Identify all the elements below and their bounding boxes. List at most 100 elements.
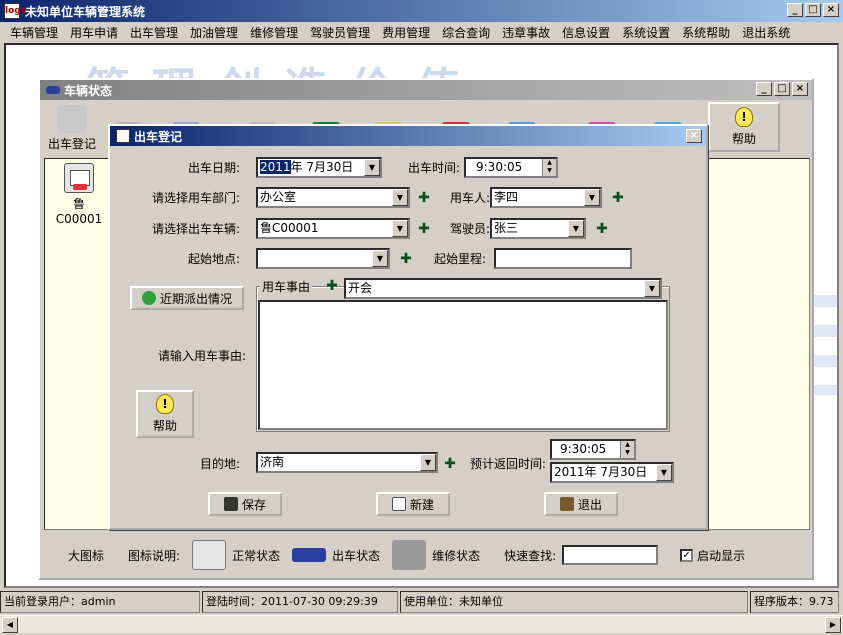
save-label: 保存 — [241, 497, 266, 512]
horizontal-scrollbar[interactable]: ◀ ▶ — [0, 615, 843, 633]
large-icons-label[interactable]: 大图标 — [68, 547, 104, 564]
scroll-left-icon[interactable]: ◀ — [2, 617, 18, 633]
new-label: 新建 — [409, 497, 434, 512]
toolbar-help-button[interactable]: ! 帮助 — [708, 102, 780, 152]
return-time-spinner[interactable]: 9:30:05 ▲ ▼ — [550, 439, 636, 460]
reason-select-value: 开会 — [348, 281, 373, 295]
start-mileage-input[interactable] — [494, 248, 632, 269]
save-button[interactable]: 保存 — [208, 492, 282, 516]
dialog-title-bar: 出车登记 × — [110, 126, 706, 146]
dialog-help-label: 帮助 — [152, 419, 177, 433]
menu-item-repair[interactable]: 维修管理 — [244, 24, 304, 41]
exit-button[interactable]: 退出 — [544, 492, 618, 516]
vs-minimize-button[interactable]: _ — [756, 82, 772, 96]
dest-select[interactable]: 济南 ▼ — [256, 452, 438, 473]
menu-item-driver[interactable]: 驾驶员管理 — [304, 24, 376, 41]
pen-paper-icon — [58, 105, 86, 133]
scroll-right-icon[interactable]: ▶ — [825, 617, 841, 633]
menu-item-fuel[interactable]: 加油管理 — [184, 24, 244, 41]
chevron-down-icon[interactable]: ▼ — [420, 454, 436, 471]
dialog-title: 出车登记 — [134, 129, 183, 144]
quick-search-label: 快速查找: — [504, 548, 557, 563]
new-button[interactable]: 新建 — [376, 492, 450, 516]
menu-item-vehicle[interactable]: 车辆管理 — [4, 24, 64, 41]
app-title: 未知单位车辆管理系统 — [25, 4, 146, 19]
chevron-down-icon[interactable]: ▼ — [568, 220, 584, 237]
vehicle-value: 鲁C00001 — [260, 221, 319, 235]
chevron-down-icon[interactable]: ▼ — [364, 159, 380, 176]
dialog-close-button[interactable]: × — [686, 129, 702, 143]
return-date-value: 2011年 7月30日 — [554, 465, 648, 479]
add-driver-icon[interactable]: ✚ — [596, 222, 608, 236]
menu-item-system[interactable]: 系统设置 — [616, 24, 676, 41]
wrench-icon — [392, 540, 427, 570]
out-date-label: 出车日期: — [187, 161, 240, 175]
exit-door-icon — [559, 497, 574, 511]
dept-select[interactable]: 办公室 ▼ — [256, 187, 410, 208]
vehicle-status-title-bar: 车辆状态 _ □ × — [40, 80, 812, 100]
menu-item-dispatch[interactable]: 出车管理 — [124, 24, 184, 41]
driver-select[interactable]: 张三 ▼ — [490, 218, 586, 239]
menu-item-help[interactable]: 系统帮助 — [676, 24, 736, 41]
auto-show-checkbox[interactable]: ✓ — [680, 548, 694, 562]
chevron-down-icon[interactable]: ▼ — [644, 280, 660, 297]
lightbulb-icon: ! — [735, 107, 753, 127]
out-date-rest: 年 7月30日 — [290, 160, 354, 174]
menu-item-request[interactable]: 用车申请 — [64, 24, 124, 41]
legend-normal: 正常状态 — [232, 548, 281, 563]
menu-item-cost[interactable]: 费用管理 — [376, 24, 436, 41]
dispatch-register-dialog: 出车登记 × 出车日期: 2011年 7月30日 ▼ 出车时间: 9:30:05… — [108, 124, 708, 530]
new-document-icon — [391, 497, 406, 511]
quick-search-input[interactable] — [562, 545, 659, 565]
menu-item-info[interactable]: 信息设置 — [556, 24, 616, 41]
recent-dispatch-label: 近期派出情况 — [159, 291, 232, 306]
lightbulb-icon: ! — [156, 394, 174, 414]
menu-item-query[interactable]: 综合查询 — [436, 24, 496, 41]
toolbar-dispatch-register[interactable]: 出车登记 — [42, 104, 102, 152]
chevron-down-icon[interactable]: ▼ — [584, 189, 600, 206]
driver-value: 张三 — [494, 221, 519, 235]
recent-dispatch-button[interactable]: 近期派出情况 — [130, 286, 244, 310]
driver-label: 驾驶员: — [449, 222, 490, 236]
user-select[interactable]: 李四 ▼ — [490, 187, 602, 208]
chevron-down-icon[interactable]: ▼ — [656, 464, 672, 481]
out-date-picker[interactable]: 2011年 7月30日 ▼ — [256, 157, 382, 178]
toolbar-dispatch-label: 出车登记 — [47, 137, 96, 151]
minimize-button[interactable]: _ — [787, 3, 803, 17]
vs-maximize-button[interactable]: □ — [774, 82, 790, 96]
add-vehicle-icon[interactable]: ✚ — [418, 222, 430, 236]
add-user-icon[interactable]: ✚ — [612, 191, 624, 205]
status-user: 当前登录用户：admin — [0, 591, 200, 613]
exit-label: 退出 — [577, 497, 602, 512]
vehicle-select[interactable]: 鲁C00001 ▼ — [256, 218, 410, 239]
menu-item-exit[interactable]: 退出系统 — [736, 24, 796, 41]
vehicle-tile[interactable]: 鲁C00001 — [53, 163, 105, 226]
vehicle-status-footer: 大图标 图标说明: 正常状态 出车状态 维修状态 快速查找: ✓ 启动显示 — [44, 535, 810, 575]
spinner-arrows-icon[interactable]: ▲ ▼ — [542, 159, 556, 176]
car-icon — [46, 86, 60, 94]
start-place-select[interactable]: ▼ — [256, 248, 390, 269]
chevron-down-icon[interactable]: ▼ — [372, 250, 388, 267]
reason-textarea[interactable] — [258, 300, 668, 430]
reason-select[interactable]: 开会 ▼ — [344, 278, 662, 299]
start-place-label: 起始地点: — [187, 252, 240, 266]
chevron-down-icon[interactable]: ▼ — [392, 220, 408, 237]
out-time-spinner[interactable]: 9:30:05 ▲ ▼ — [464, 157, 558, 178]
globe-icon — [141, 291, 156, 305]
close-button[interactable]: × — [823, 3, 839, 17]
add-reason-icon[interactable]: ✚ — [326, 279, 338, 293]
app-logo-icon: logo — [4, 3, 27, 19]
maximize-button[interactable]: □ — [805, 3, 821, 17]
add-dept-icon[interactable]: ✚ — [418, 191, 430, 205]
menu-item-violation[interactable]: 违章事故 — [496, 24, 556, 41]
legend-repair: 维修状态 — [432, 548, 481, 563]
add-dest-icon[interactable]: ✚ — [444, 457, 456, 471]
return-date-picker[interactable]: 2011年 7月30日 ▼ — [550, 462, 674, 483]
spinner-arrows-icon[interactable]: ▲ ▼ — [620, 441, 634, 458]
vs-close-button[interactable]: × — [792, 82, 808, 96]
status-login-time: 登陆时间：2011-07-30 09:29:39 — [202, 591, 398, 613]
dialog-help-button[interactable]: ! 帮助 — [136, 390, 194, 438]
chevron-down-icon[interactable]: ▼ — [392, 189, 408, 206]
vehicle-list-panel: 鲁C00001 — [44, 158, 110, 530]
dialog-app-icon — [116, 129, 130, 143]
